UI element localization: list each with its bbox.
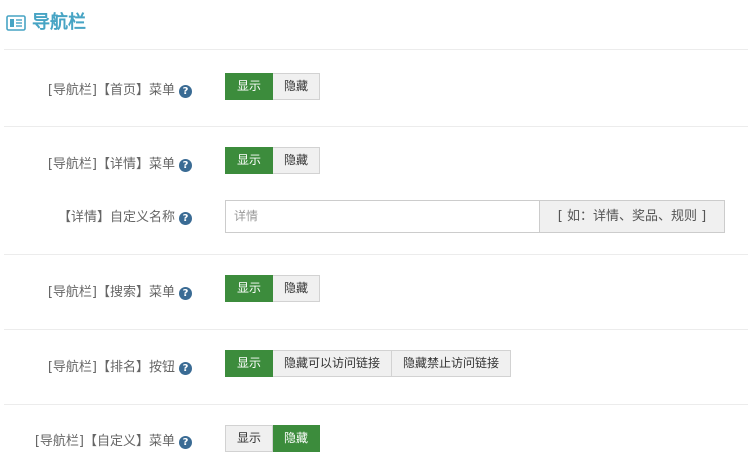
rank-hide-blocked-button[interactable]: 隐藏禁止访问链接 [392,350,512,377]
home-hide-button[interactable]: 隐藏 [273,73,321,100]
custom-hide-button[interactable]: 隐藏 [273,425,321,452]
search-show-button[interactable]: 显示 [225,275,274,302]
detail-name-input[interactable]: 详情 [225,200,539,233]
rank-hide-accessible-button[interactable]: 隐藏可以访问链接 [273,350,393,377]
home-menu-label-text: [导航栏]【首页】菜单 [47,83,175,98]
home-menu-toggle: 显示 隐藏 [225,73,321,100]
help-icon[interactable]: ? [179,158,192,172]
detail-name-field: 详情 [ 如：详情、奖品、规则 ] [225,200,725,233]
home-show-button[interactable]: 显示 [225,73,274,100]
detail-name-hint: [ 如：详情、奖品、规则 ] [539,200,725,233]
section-title: 导航栏 [32,12,86,33]
search-menu-label: [导航栏]【搜索】菜单 ? [48,284,192,302]
help-icon[interactable]: ? [179,84,192,98]
search-hide-button[interactable]: 隐藏 [273,275,321,302]
detail-name-label-text: 【详情】自定义名称 [57,210,175,225]
rank-button-label-text: [导航栏]【排名】按钮 [47,360,175,375]
detail-menu-label: [导航栏]【详情】菜单 ? [48,156,192,174]
detail-show-button[interactable]: 显示 [225,147,274,174]
help-icon[interactable]: ? [179,361,192,375]
divider [4,254,748,255]
help-icon[interactable]: ? [179,211,192,225]
detail-menu-toggle: 显示 隐藏 [225,147,321,174]
home-menu-label: [导航栏]【首页】菜单 ? [48,82,192,100]
search-menu-toggle: 显示 隐藏 [225,275,321,302]
custom-menu-label-text: [导航栏]【自定义】菜单 [34,434,175,449]
list-panel-icon [6,15,26,31]
detail-name-label: 【详情】自定义名称 ? [58,209,192,227]
detail-menu-label-text: [导航栏]【详情】菜单 [47,157,175,172]
rank-button-label: [导航栏]【排名】按钮 ? [48,359,192,377]
help-icon[interactable]: ? [179,435,192,449]
divider [4,329,748,330]
rank-button-toggle: 显示 隐藏可以访问链接 隐藏禁止访问链接 [225,350,512,377]
custom-show-button[interactable]: 显示 [225,425,274,452]
custom-menu-toggle: 显示 隐藏 [225,425,321,452]
search-menu-label-text: [导航栏]【搜索】菜单 [47,285,175,300]
section-header: 导航栏 [4,0,748,50]
rank-show-button[interactable]: 显示 [225,350,274,377]
help-icon[interactable]: ? [179,286,192,300]
divider [4,126,748,127]
custom-menu-label: [导航栏]【自定义】菜单 ? [35,433,192,451]
divider [4,404,748,405]
detail-hide-button[interactable]: 隐藏 [273,147,321,174]
